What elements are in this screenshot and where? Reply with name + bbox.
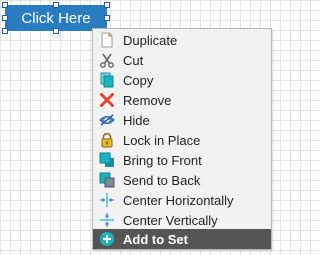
menu-item-lock-in-place[interactable]: Lock in Place (93, 130, 271, 150)
menu-item-remove[interactable]: Remove (93, 90, 271, 110)
menu-item-label: Copy (123, 73, 154, 88)
menu-item-label: Add to Set (123, 232, 188, 247)
menu-item-label: Cut (123, 53, 144, 68)
menu-item-send-to-back[interactable]: Send to Back (93, 170, 271, 190)
resize-handle-mid-right[interactable] (104, 15, 110, 21)
send-back-icon (99, 172, 115, 188)
center-horizontal-icon (99, 192, 115, 208)
click-here-label: Click Here (21, 9, 91, 27)
menu-item-duplicate[interactable]: Duplicate (93, 30, 271, 50)
menu-item-bring-to-front[interactable]: Bring to Front (93, 150, 271, 170)
resize-handle-top-mid[interactable] (53, 2, 59, 8)
resize-handle-top-left[interactable] (2, 2, 8, 8)
plus-circle-icon (99, 231, 115, 247)
eye-hide-icon (99, 112, 115, 128)
copy-icon (99, 72, 115, 88)
resize-handle-top-right[interactable] (104, 2, 110, 8)
center-vertical-icon (99, 212, 115, 228)
context-menu: Duplicate Cut Copy Remove Hide Lock in P… (92, 28, 272, 250)
menu-item-label: Hide (123, 113, 150, 128)
menu-item-hide[interactable]: Hide (93, 110, 271, 130)
menu-item-copy[interactable]: Copy (93, 70, 271, 90)
duplicate-icon (99, 32, 115, 48)
menu-item-label: Send to Back (123, 173, 201, 188)
menu-item-label: Lock in Place (123, 133, 201, 148)
menu-item-label: Center Vertically (123, 213, 218, 228)
scissors-icon (99, 52, 115, 68)
resize-handle-mid-left[interactable] (2, 15, 8, 21)
remove-x-icon (99, 92, 115, 108)
menu-item-cut[interactable]: Cut (93, 50, 271, 70)
menu-item-center-horizontally[interactable]: Center Horizontally (93, 190, 271, 210)
menu-item-label: Bring to Front (123, 153, 202, 168)
menu-item-add-to-set[interactable]: Add to Set (93, 229, 271, 249)
resize-handle-bottom-left[interactable] (2, 28, 8, 34)
lock-icon (99, 132, 115, 148)
menu-item-center-vertically[interactable]: Center Vertically (93, 210, 271, 230)
menu-item-label: Center Horizontally (123, 193, 234, 208)
menu-item-label: Duplicate (123, 33, 178, 48)
bring-front-icon (99, 152, 115, 168)
menu-item-label: Remove (123, 93, 172, 108)
resize-handle-bottom-mid[interactable] (53, 28, 59, 34)
